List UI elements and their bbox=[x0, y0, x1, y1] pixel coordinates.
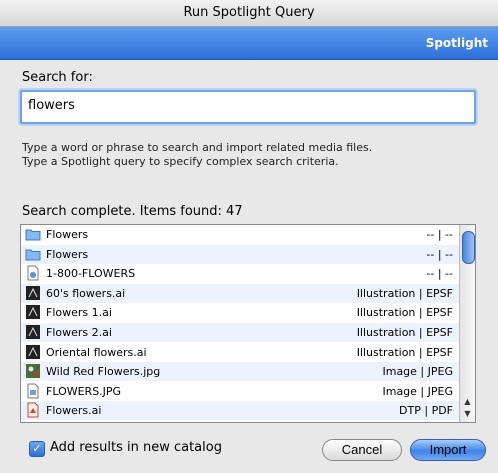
item-name: Flowers bbox=[46, 228, 89, 241]
search-label: Search for: bbox=[22, 70, 93, 85]
help-text: Type a word or phrase to search and impo… bbox=[22, 141, 372, 169]
item-kind: -- | -- bbox=[426, 247, 453, 261]
web-location-icon bbox=[25, 265, 41, 281]
item-kind: DTP | PDF bbox=[399, 404, 453, 418]
illustration-file-icon bbox=[25, 285, 41, 301]
folder-icon bbox=[25, 226, 41, 242]
window-title: Run Spotlight Query bbox=[0, 0, 498, 27]
import-button[interactable]: Import bbox=[410, 439, 486, 461]
illustration-file-icon bbox=[25, 344, 41, 360]
list-item[interactable]: Oriental flowers.ai Illustration | EPSF bbox=[21, 343, 459, 362]
item-kind: -- | -- bbox=[426, 267, 453, 281]
scrollbar[interactable]: ▲ ▼ bbox=[459, 225, 475, 422]
cancel-button[interactable]: Cancel bbox=[322, 439, 402, 461]
list-item[interactable]: FLOWERS.JPG Image | JPEG bbox=[21, 382, 459, 401]
item-kind: Image | JPEG bbox=[382, 384, 453, 398]
list-item[interactable]: Wild Red Flowers.jpg Image | JPEG bbox=[21, 362, 459, 382]
scrollbar-thumb[interactable] bbox=[462, 231, 475, 264]
help-line-1: Type a word or phrase to search and impo… bbox=[22, 141, 373, 154]
list-item[interactable]: 60's flowers.ai Illustration | EPSF bbox=[21, 283, 459, 303]
search-input[interactable]: flowers bbox=[20, 90, 476, 124]
item-name: Wild Red Flowers.jpg bbox=[46, 365, 161, 379]
item-name: 1-800-FLOWERS bbox=[46, 267, 136, 281]
item-kind: Illustration | EPSF bbox=[356, 306, 453, 320]
spotlight-banner: Spotlight bbox=[0, 27, 498, 60]
list-item[interactable]: Flowers -- | -- bbox=[21, 244, 459, 264]
item-name: FLOWERS.JPG bbox=[46, 384, 122, 398]
illustration-file-icon bbox=[25, 324, 41, 340]
illustration-file-icon bbox=[25, 304, 41, 320]
list-item[interactable]: Flowers -- | -- bbox=[21, 225, 459, 244]
status-text: Search complete. Items found: 47 bbox=[22, 204, 243, 219]
add-to-catalog-label[interactable]: Add results in new catalog bbox=[50, 440, 222, 455]
folder-icon bbox=[25, 246, 41, 262]
add-to-catalog-checkbox[interactable]: ✓ bbox=[29, 441, 45, 457]
item-kind: Illustration | EPSF bbox=[356, 286, 453, 300]
jpeg-file-icon bbox=[25, 383, 41, 399]
item-name: Flowers bbox=[46, 247, 89, 261]
item-name: Oriental flowers.ai bbox=[46, 345, 147, 359]
list-item[interactable]: Flowers 1.ai Illustration | EPSF bbox=[21, 303, 459, 322]
item-kind: Illustration | EPSF bbox=[356, 326, 453, 339]
item-kind: Image | JPEG bbox=[382, 365, 453, 379]
item-kind: Illustration | EPSF bbox=[356, 345, 453, 359]
item-name: Flowers 2.ai bbox=[46, 326, 112, 339]
results-list[interactable]: Flowers -- | -- Flowers -- | -- 1-800-FLOWER… bbox=[20, 224, 476, 423]
search-value[interactable]: flowers bbox=[28, 98, 75, 113]
image-thumbnail-icon bbox=[25, 363, 41, 379]
item-name: 60's flowers.ai bbox=[46, 286, 126, 300]
scroll-down-icon[interactable]: ▼ bbox=[460, 408, 475, 420]
help-line-2: Type a Spotlight query to specify comple… bbox=[22, 155, 339, 168]
scroll-up-icon[interactable]: ▲ bbox=[460, 396, 475, 408]
item-kind: -- | -- bbox=[426, 228, 453, 241]
item-name: Flowers.ai bbox=[46, 404, 102, 418]
list-item[interactable]: 1-800-FLOWERS -- | -- bbox=[21, 264, 459, 283]
banner-label: Spotlight bbox=[425, 36, 488, 50]
list-item[interactable]: Flowers.ai DTP | PDF bbox=[21, 401, 459, 421]
item-name: Flowers 1.ai bbox=[46, 306, 112, 320]
list-item[interactable]: Flowers 2.ai Illustration | EPSF bbox=[21, 323, 459, 342]
dtp-file-icon bbox=[25, 402, 41, 418]
